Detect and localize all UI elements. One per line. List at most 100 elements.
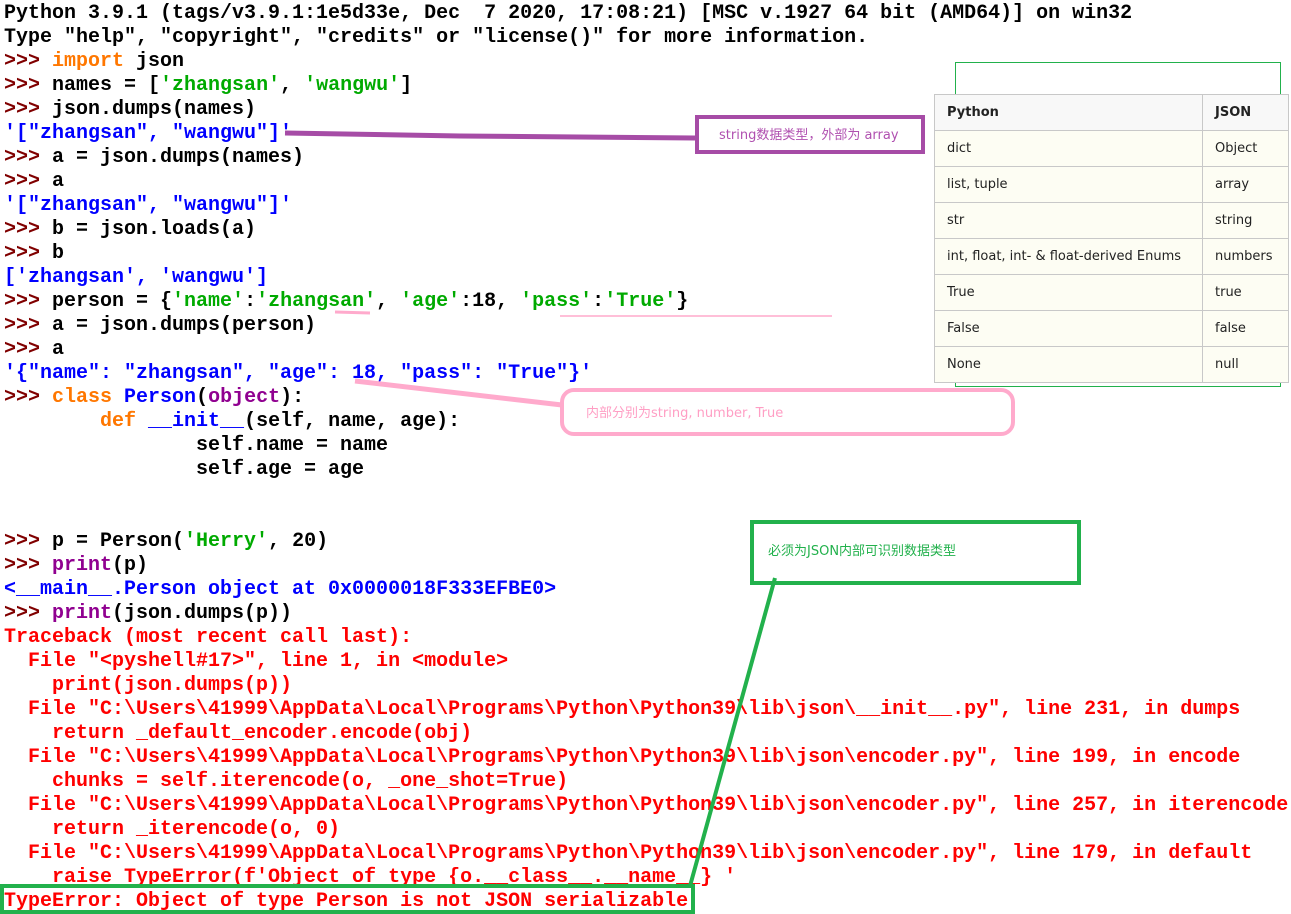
shell-text-out: Person	[124, 386, 197, 409]
json-types-annotation: 必须为JSON内部可识别数据类型	[750, 520, 1081, 585]
shell-text-str: 'name'	[172, 290, 245, 313]
shell-text-plain: ):	[280, 386, 305, 409]
shell-text-err: Traceback (most recent call last):	[4, 626, 413, 649]
header-json: JSON	[1202, 94, 1289, 131]
shell-text-plain	[112, 386, 124, 409]
python-type-cell: True	[934, 274, 1203, 311]
shell-text-bi: object	[208, 386, 281, 409]
shell-text-plain: Type "help", "copyright", "credits" or "…	[4, 26, 869, 49]
shell-text-plain	[4, 410, 100, 433]
shell-text-plain: a	[52, 338, 65, 361]
shell-text-plain: }	[676, 290, 689, 313]
shell-text-str: 'age'	[400, 290, 461, 313]
python-type-cell: None	[934, 346, 1203, 383]
shell-text-out: '{"name": "zhangsan", "age": 18, "pass":…	[4, 362, 593, 385]
header-python: Python	[934, 94, 1203, 131]
shell-line: >>> print(p)	[4, 554, 1288, 578]
shell-text-str: 'True'	[604, 290, 677, 313]
shell-text-plain: self.age = age	[4, 458, 365, 481]
shell-text-bi: print	[52, 554, 113, 577]
table-row: None null	[934, 346, 1289, 383]
shell-line: File "C:\Users\41999\AppData\Local\Progr…	[4, 794, 1288, 818]
json-type-cell: string	[1202, 202, 1289, 239]
shell-text-plain: b = json.loads(a)	[52, 218, 257, 241]
prompt-marker: >>>	[4, 314, 53, 337]
shell-text-out: '["zhangsan", "wangwu"]'	[4, 194, 293, 217]
shell-text-plain: :	[244, 290, 257, 313]
shell-line: File "C:\Users\41999\AppData\Local\Progr…	[4, 698, 1288, 722]
shell-text-plain: self.name = name	[4, 434, 389, 457]
array-annotation-text: string数据类型，外部为 array	[719, 128, 899, 143]
shell-line: Python 3.9.1 (tags/v3.9.1:1e5d33e, Dec 7…	[4, 2, 1288, 26]
shell-text-kw: class	[52, 386, 113, 409]
json-type-cell: false	[1202, 310, 1289, 347]
prompt-marker: >>>	[4, 338, 53, 361]
json-type-cell: Object	[1202, 130, 1289, 167]
shell-line: >>> print(json.dumps(p))	[4, 602, 1288, 626]
shell-text-kw: def	[100, 410, 137, 433]
prompt-marker: >>>	[4, 530, 53, 553]
json-type-cell: true	[1202, 274, 1289, 311]
shell-text-plain: ]	[400, 74, 413, 97]
shell-line: chunks = self.iterencode(o, _one_shot=Tr…	[4, 770, 1288, 794]
prompt-marker: >>>	[4, 146, 53, 169]
prompt-marker: >>>	[4, 290, 53, 313]
shell-text-str: 'zhangsan'	[256, 290, 377, 313]
json-type-cell: null	[1202, 346, 1289, 383]
shell-line: Type "help", "copyright", "credits" or "…	[4, 26, 1288, 50]
shell-text-plain: :	[592, 290, 605, 313]
shell-line: File "<pyshell#17>", line 1, in <module>	[4, 650, 1288, 674]
table-row: list, tuple array	[934, 166, 1289, 203]
shell-text-plain: a = json.dumps(person)	[52, 314, 317, 337]
prompt-marker: >>>	[4, 98, 53, 121]
inner-types-annotation-text: 内部分别为string, number, True	[586, 406, 784, 421]
inner-types-annotation: 内部分别为string, number, True	[560, 388, 1015, 436]
table-row: str string	[934, 202, 1289, 239]
shell-text-plain: names = [	[52, 74, 161, 97]
shell-text-err: print(json.dumps(p))	[4, 674, 293, 697]
table-header-row: Python JSON	[934, 94, 1289, 131]
array-annotation: string数据类型，外部为 array	[695, 115, 925, 154]
shell-line: return _iterencode(o, 0)	[4, 818, 1288, 842]
shell-text-plain: person = {	[52, 290, 173, 313]
prompt-marker: >>>	[4, 386, 53, 409]
table-row: int, float, int- & float-derived Enums nu…	[934, 238, 1289, 275]
shell-text-str: 'wangwu'	[304, 74, 401, 97]
prompt-marker: >>>	[4, 242, 53, 265]
shell-text-plain: (self, name, age):	[244, 410, 461, 433]
shell-line: File "C:\Users\41999\AppData\Local\Progr…	[4, 842, 1288, 866]
shell-line: self.name = name	[4, 434, 1288, 458]
shell-text-kw: import	[52, 50, 125, 73]
shell-text-plain: b	[52, 242, 65, 265]
shell-text-plain: (json.dumps(p))	[112, 602, 293, 625]
shell-line: >>> p = Person('Herry', 20)	[4, 530, 1288, 554]
prompt-marker: >>>	[4, 50, 53, 73]
shell-text-out: <__main__.Person object at 0x0000018F333…	[4, 578, 557, 601]
shell-text-plain: (	[196, 386, 209, 409]
prompt-marker: >>>	[4, 554, 53, 577]
shell-line: Traceback (most recent call last):	[4, 626, 1288, 650]
shell-text-err: return _iterencode(o, 0)	[4, 818, 341, 841]
shell-text-str: 'pass'	[520, 290, 593, 313]
shell-text-str: 'zhangsan'	[160, 74, 281, 97]
shell-text-err: return _default_encoder.encode(obj)	[4, 722, 473, 745]
shell-text-err: File "C:\Users\41999\AppData\Local\Progr…	[4, 698, 1241, 721]
json-type-cell: numbers	[1202, 238, 1289, 275]
python-type-cell: dict	[934, 130, 1203, 167]
shell-text-plain: json	[124, 50, 185, 73]
shell-line: <__main__.Person object at 0x0000018F333…	[4, 578, 1288, 602]
shell-text-plain: a	[52, 170, 65, 193]
table-row: dict Object	[934, 130, 1289, 167]
prompt-marker: >>>	[4, 602, 53, 625]
shell-text-plain	[136, 410, 148, 433]
shell-text-err: File "<pyshell#17>", line 1, in <module>	[4, 650, 509, 673]
shell-line: File "C:\Users\41999\AppData\Local\Progr…	[4, 746, 1288, 770]
python-json-type-table: Python JSON dict Object list, tuple array st…	[934, 94, 1289, 383]
prompt-marker: >>>	[4, 218, 53, 241]
shell-text-err: File "C:\Users\41999\AppData\Local\Progr…	[4, 794, 1289, 817]
shell-text-plain: :18,	[460, 290, 521, 313]
shell-text-err: File "C:\Users\41999\AppData\Local\Progr…	[4, 746, 1241, 769]
python-type-cell: str	[934, 202, 1203, 239]
